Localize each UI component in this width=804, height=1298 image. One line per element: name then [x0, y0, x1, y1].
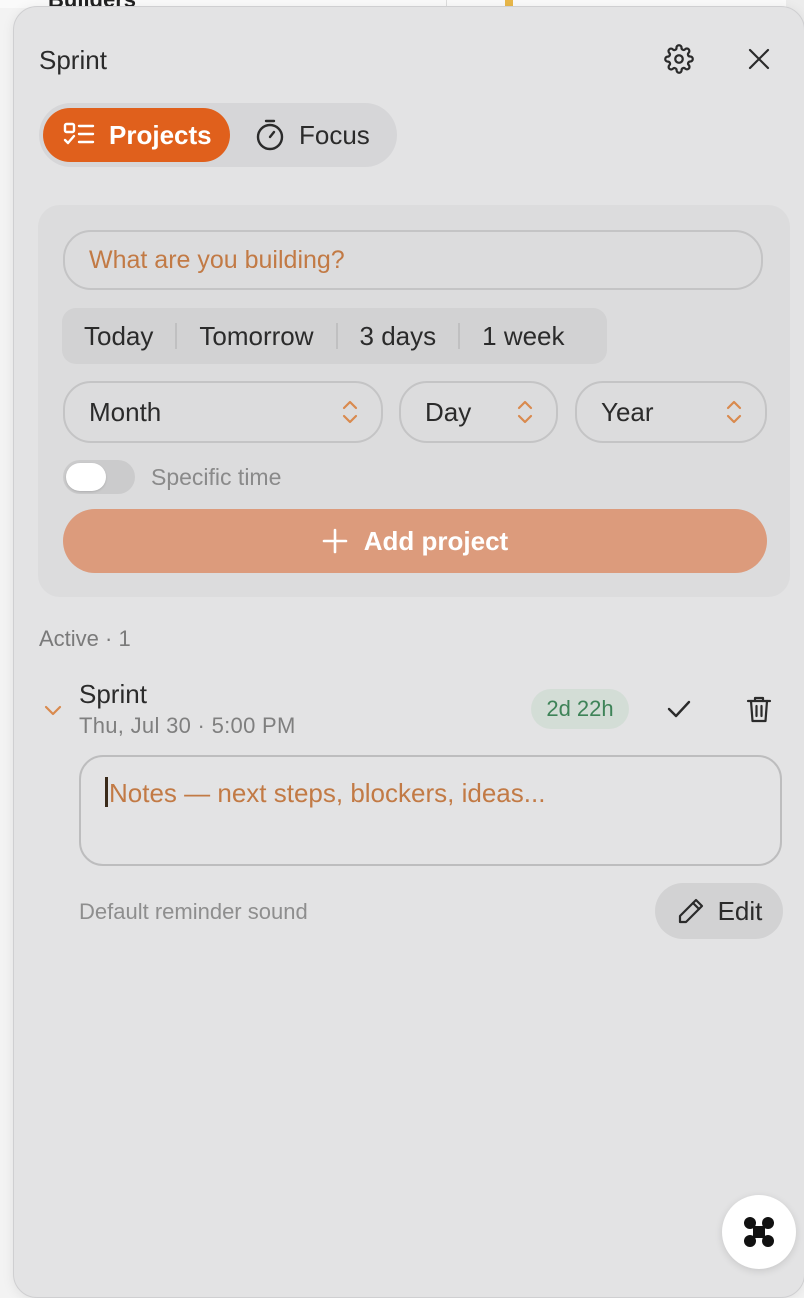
close-icon [748, 48, 770, 70]
toggle-knob [66, 463, 106, 491]
project-title: Sprint [79, 679, 147, 709]
app-logo-icon [744, 1217, 774, 1247]
new-project-card: What are you building? Today Tomorrow 3 … [38, 205, 790, 597]
pencil-icon [678, 898, 703, 924]
project-notes-input[interactable]: Notes — next steps, blockers, ideas... [79, 755, 782, 866]
specific-time-toggle[interactable] [63, 460, 135, 494]
trash-icon [746, 696, 772, 723]
year-select[interactable]: Year [575, 381, 767, 443]
specific-time-label: Specific time [151, 464, 282, 490]
tab-projects-label: Projects [109, 119, 212, 150]
reminder-sound-label: Default reminder sound [79, 899, 308, 924]
month-select[interactable]: Month [63, 381, 383, 443]
chip-today[interactable]: Today [62, 321, 175, 352]
checkmark-icon [667, 700, 691, 718]
close-button[interactable] [739, 39, 779, 79]
stopwatch-icon [256, 119, 284, 151]
add-project-label: Add project [363, 525, 509, 556]
tab-focus[interactable]: Focus [255, 108, 395, 162]
chip-3-days[interactable]: 3 days [338, 321, 459, 352]
plus-icon [322, 528, 348, 554]
sprint-panel: Sprint Projects Focus What are you build… [13, 6, 804, 1298]
project-due-date: Thu, Jul 30 · 5:00 PM [79, 713, 296, 738]
day-select[interactable]: Day [399, 381, 558, 443]
chip-1-week[interactable]: 1 week [460, 321, 586, 352]
gear-icon [664, 44, 694, 74]
notes-placeholder: Notes — next steps, blockers, ideas... [109, 778, 546, 808]
year-select-value: Year [601, 396, 654, 427]
project-name-input[interactable]: What are you building? [63, 230, 763, 290]
tab-projects[interactable]: Projects [43, 108, 230, 162]
tab-focus-label: Focus [299, 119, 370, 150]
checklist-icon [63, 122, 95, 145]
add-project-button[interactable]: Add project [63, 509, 767, 573]
chevron-up-down-icon [342, 400, 358, 424]
edit-label: Edit [717, 895, 763, 926]
panel-title: Sprint [39, 45, 107, 75]
active-section-label: Active · 1 [39, 626, 131, 651]
chevron-down-icon[interactable] [42, 699, 64, 721]
app-launcher-button[interactable] [722, 1195, 796, 1269]
complete-button[interactable] [659, 689, 699, 729]
day-select-value: Day [425, 396, 472, 427]
time-remaining-badge: 2d 22h [531, 689, 629, 729]
settings-button[interactable] [659, 39, 699, 79]
mode-switcher: Projects Focus [39, 103, 397, 167]
edit-button[interactable]: Edit [655, 883, 783, 939]
quick-date-chips: Today Tomorrow 3 days 1 week [62, 308, 607, 364]
chip-tomorrow[interactable]: Tomorrow [177, 321, 335, 352]
text-caret [105, 777, 108, 807]
month-select-value: Month [89, 396, 162, 427]
chevron-up-down-icon [517, 400, 533, 424]
delete-button[interactable] [739, 689, 779, 729]
chevron-up-down-icon [726, 400, 742, 424]
